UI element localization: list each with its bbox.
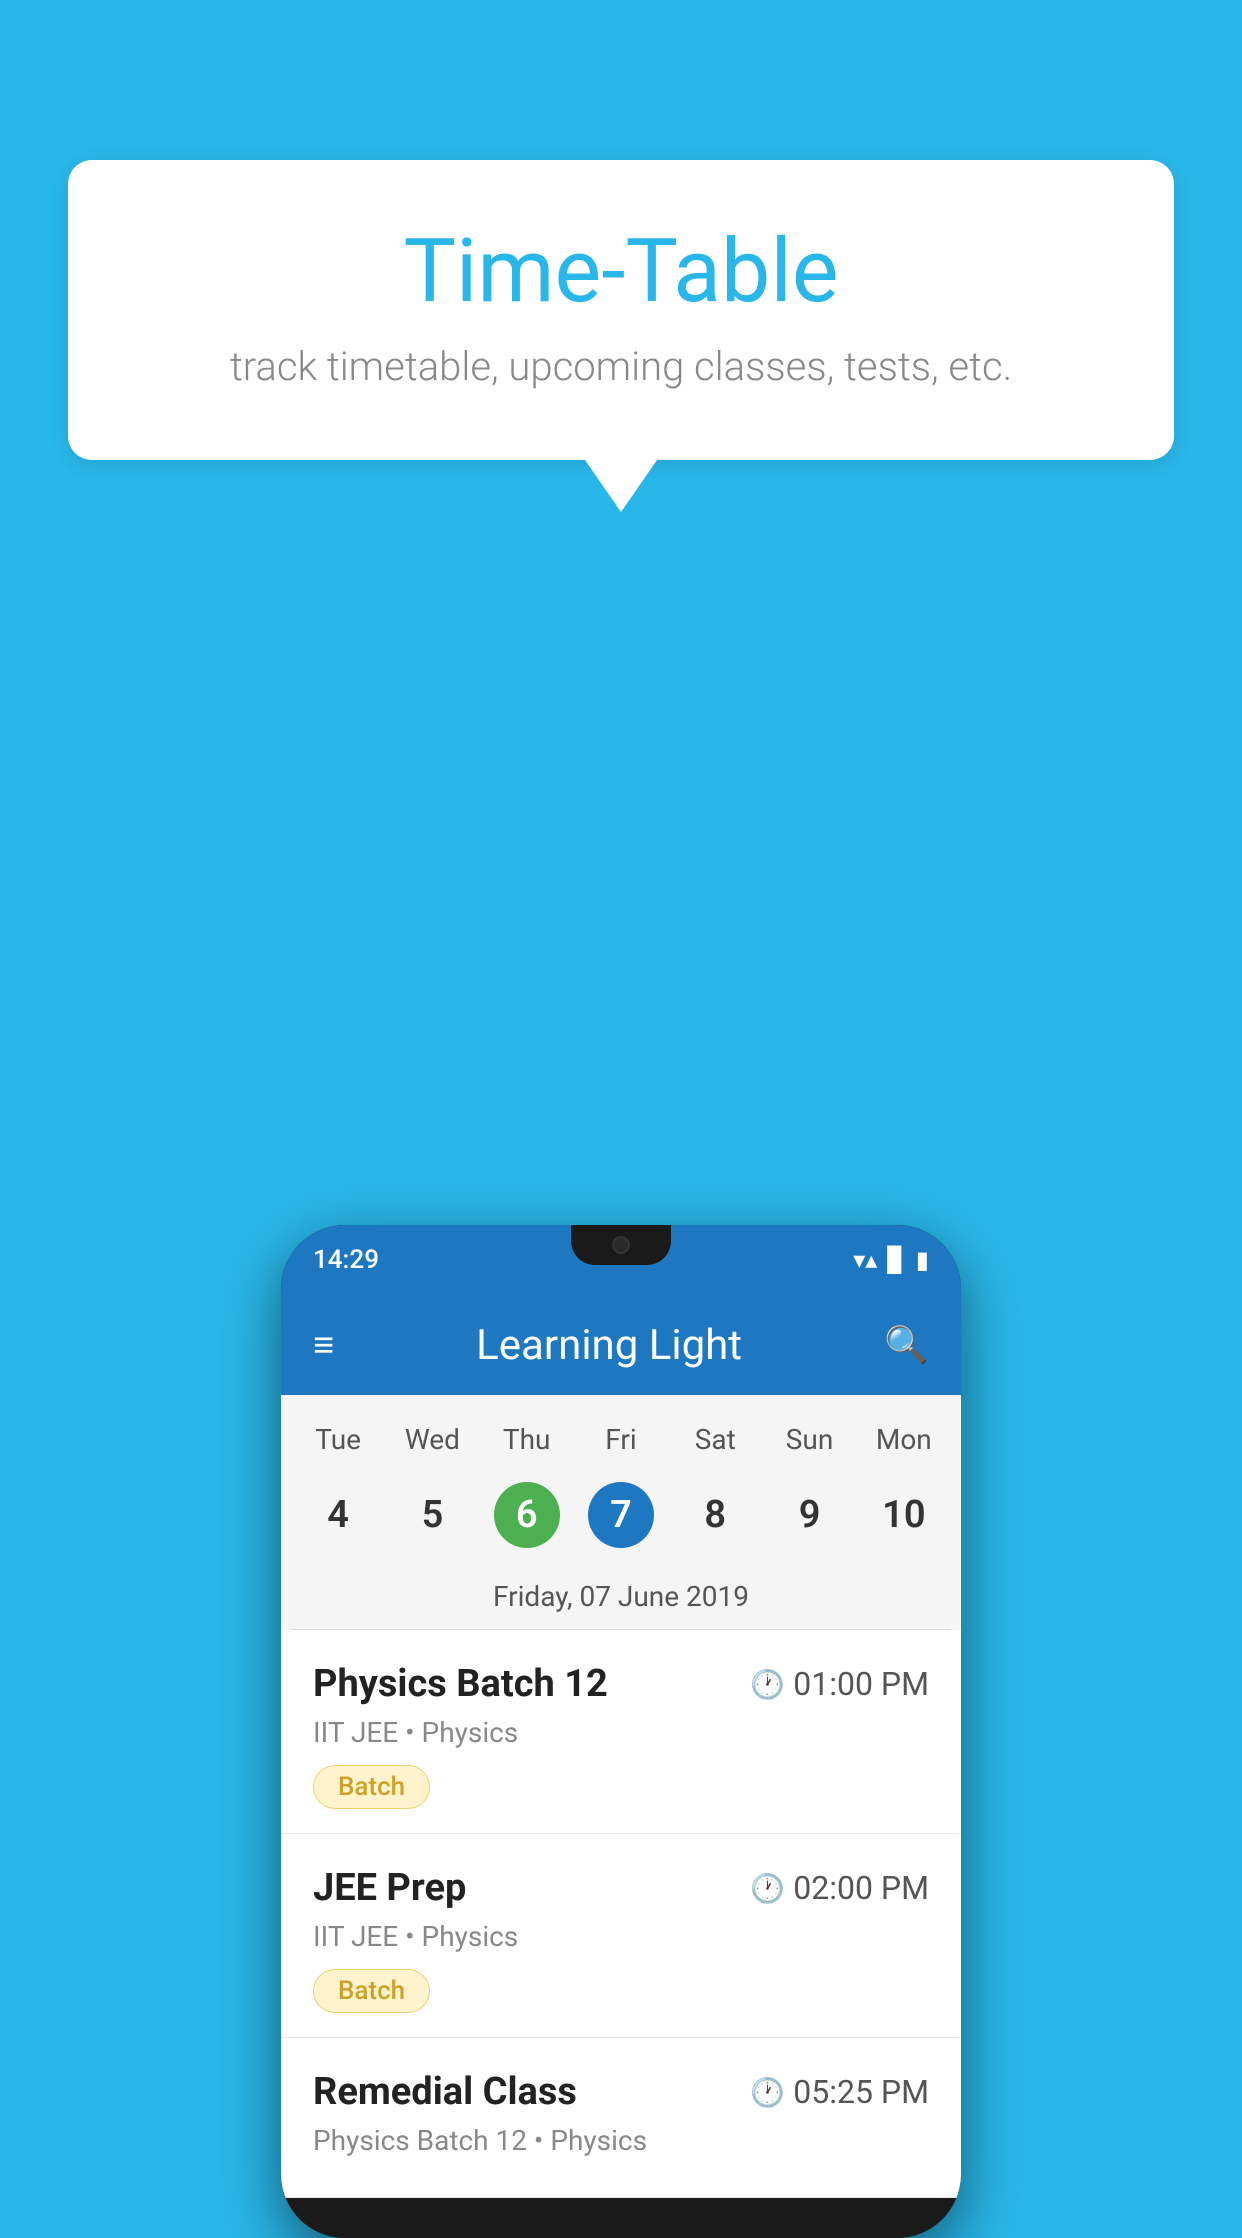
date-6-today[interactable]: 6 <box>480 1472 574 1558</box>
date-5[interactable]: 5 <box>385 1472 479 1558</box>
date-7-selected[interactable]: 7 <box>574 1472 668 1558</box>
schedule-item-1-title: Physics Batch 12 <box>313 1662 608 1706</box>
schedule-item-1-header: Physics Batch 12 🕐 01:00 PM <box>313 1662 929 1706</box>
calendar-dates-row: 4 5 6 7 8 9 10 <box>291 1472 951 1574</box>
day-sun[interactable]: Sun <box>762 1415 856 1464</box>
app-subtitle: track timetable, upcoming classes, tests… <box>148 343 1094 390</box>
clock-icon-2: 🕐 <box>750 1872 785 1905</box>
status-icons: ▾▴ ▊ ▮ <box>853 1246 929 1274</box>
schedule-item-2[interactable]: JEE Prep 🕐 02:00 PM IIT JEE • Physics Ba… <box>281 1834 961 2038</box>
schedule-list: Physics Batch 12 🕐 01:00 PM IIT JEE • Ph… <box>281 1630 961 2198</box>
date-9[interactable]: 9 <box>762 1472 856 1558</box>
day-mon[interactable]: Mon <box>857 1415 951 1464</box>
signal-icon: ▊ <box>887 1246 905 1274</box>
day-fri[interactable]: Fri <box>574 1415 668 1464</box>
schedule-item-3-title: Remedial Class <box>313 2070 577 2114</box>
day-thu[interactable]: Thu <box>480 1415 574 1464</box>
schedule-item-3-time: 🕐 05:25 PM <box>750 2073 929 2111</box>
phone-bottom-bar <box>281 2198 961 2238</box>
schedule-item-3-header: Remedial Class 🕐 05:25 PM <box>313 2070 929 2114</box>
search-icon[interactable]: 🔍 <box>884 1324 929 1366</box>
speech-bubble-container: Time-Table track timetable, upcoming cla… <box>68 160 1174 512</box>
app-bar-title: Learning Light <box>476 1321 742 1370</box>
schedule-item-3[interactable]: Remedial Class 🕐 05:25 PM Physics Batch … <box>281 2038 961 2198</box>
menu-icon[interactable]: ≡ <box>313 1327 334 1363</box>
front-camera <box>612 1236 630 1254</box>
phone-notch <box>571 1225 671 1265</box>
clock-icon-3: 🕐 <box>750 2076 785 2109</box>
schedule-item-3-subtitle: Physics Batch 12 • Physics <box>313 2124 929 2157</box>
clock-icon-1: 🕐 <box>750 1668 785 1701</box>
batch-badge-1: Batch <box>313 1765 430 1809</box>
speech-bubble: Time-Table track timetable, upcoming cla… <box>68 160 1174 460</box>
batch-badge-2: Batch <box>313 1969 430 2013</box>
phone-screen: 14:29 ▾▴ ▊ ▮ ≡ Learning Light 🔍 Tue <box>281 1225 961 2198</box>
time-value-3: 05:25 PM <box>793 2073 929 2111</box>
schedule-item-1-time: 🕐 01:00 PM <box>750 1665 929 1703</box>
wifi-icon: ▾▴ <box>853 1246 877 1274</box>
battery-icon: ▮ <box>916 1246 929 1274</box>
status-time: 14:29 <box>313 1245 379 1275</box>
schedule-item-1-subtitle: IIT JEE • Physics <box>313 1716 929 1749</box>
schedule-item-2-title: JEE Prep <box>313 1866 466 1910</box>
calendar-strip: Tue Wed Thu Fri Sat Sun Mon 4 5 6 7 8 9 … <box>281 1395 961 1630</box>
selected-date-label: Friday, 07 June 2019 <box>291 1574 951 1630</box>
schedule-item-2-subtitle: IIT JEE • Physics <box>313 1920 929 1953</box>
date-8[interactable]: 8 <box>668 1472 762 1558</box>
schedule-item-1[interactable]: Physics Batch 12 🕐 01:00 PM IIT JEE • Ph… <box>281 1630 961 1834</box>
date-4[interactable]: 4 <box>291 1472 385 1558</box>
schedule-item-2-header: JEE Prep 🕐 02:00 PM <box>313 1866 929 1910</box>
calendar-days-row: Tue Wed Thu Fri Sat Sun Mon <box>291 1415 951 1472</box>
day-sat[interactable]: Sat <box>668 1415 762 1464</box>
app-bar: ≡ Learning Light 🔍 <box>281 1295 961 1395</box>
app-title: Time-Table <box>148 220 1094 323</box>
phone-container: 14:29 ▾▴ ▊ ▮ ≡ Learning Light 🔍 Tue <box>281 1225 961 2238</box>
time-value-2: 02:00 PM <box>793 1869 929 1907</box>
status-bar: 14:29 ▾▴ ▊ ▮ <box>281 1225 961 1295</box>
day-tue[interactable]: Tue <box>291 1415 385 1464</box>
day-wed[interactable]: Wed <box>385 1415 479 1464</box>
speech-bubble-tail <box>585 460 657 512</box>
date-10[interactable]: 10 <box>857 1472 951 1558</box>
time-value-1: 01:00 PM <box>793 1665 929 1703</box>
phone-frame: 14:29 ▾▴ ▊ ▮ ≡ Learning Light 🔍 Tue <box>281 1225 961 2238</box>
schedule-item-2-time: 🕐 02:00 PM <box>750 1869 929 1907</box>
